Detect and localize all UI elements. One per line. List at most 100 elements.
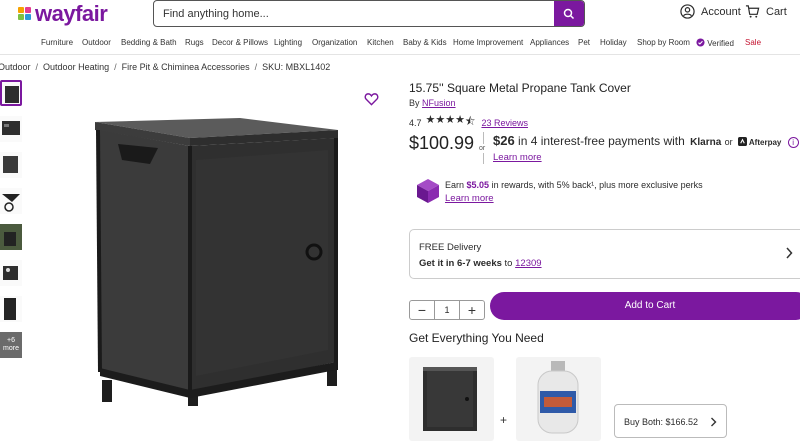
delivery-timeframe: Get it in 6-7 weeks xyxy=(419,258,502,269)
nav-appliances[interactable]: Appliances xyxy=(530,38,569,47)
more-count: +6 xyxy=(7,337,15,344)
nav-bedding-bath[interactable]: Bedding & Bath xyxy=(121,38,177,47)
nav-rugs[interactable]: Rugs xyxy=(185,38,204,47)
decrease-quantity-button[interactable]: − xyxy=(410,301,434,319)
rewards-cube-icon xyxy=(417,179,439,203)
account-button[interactable]: Account xyxy=(680,4,741,19)
star-icon: ★ xyxy=(435,114,445,126)
more-label: more xyxy=(3,345,19,352)
main-product-image xyxy=(95,118,338,406)
rating-value: 4.7 xyxy=(409,117,422,128)
star-rating: ★ ★ ★ ★ ⯪ xyxy=(425,113,476,132)
tank-cover-image xyxy=(423,367,477,431)
nav-sale[interactable]: Sale xyxy=(745,38,761,47)
delivery-zip-link[interactable]: 12309 xyxy=(515,258,541,269)
bundle-heading: Get Everything You Need xyxy=(409,331,544,345)
thumbnail-5[interactable] xyxy=(0,224,22,250)
star-icon: ★ xyxy=(455,114,465,126)
nav-lighting[interactable]: Lighting xyxy=(274,38,302,47)
thumbnail-7[interactable] xyxy=(0,296,22,322)
nav-kitchen[interactable]: Kitchen xyxy=(367,38,394,47)
breadcrumb-fire-pit-accessories[interactable]: Fire Pit & Chiminea Accessories xyxy=(122,62,250,72)
search-button[interactable] xyxy=(554,1,584,26)
delivery-estimate: Get it in 6-7 weeks to 12309 xyxy=(419,258,542,269)
rewards-suffix: in rewards, with 5% back¹, plus more exc… xyxy=(491,180,703,190)
nav-verified-label: Verified xyxy=(707,39,734,48)
breadcrumb-outdoor-heating[interactable]: Outdoor Heating xyxy=(43,62,109,72)
nav-organization[interactable]: Organization xyxy=(312,38,357,47)
product-price: $100.99 xyxy=(409,133,475,153)
thumbnail-6[interactable] xyxy=(0,260,22,286)
wayfair-logo[interactable]: wayfair xyxy=(18,1,108,26)
nav-pet[interactable]: Pet xyxy=(578,38,590,47)
delivery-to: to xyxy=(504,258,513,269)
installment-amount: $26 xyxy=(493,133,515,148)
product-title: 15.75'' Square Metal Propane Tank Cover xyxy=(409,81,631,95)
nav-holiday[interactable]: Holiday xyxy=(600,38,627,47)
delivery-panel[interactable]: FREE Delivery Get it in 6-7 weeks to 123… xyxy=(409,229,800,279)
afterpay-label: Afterpay xyxy=(748,138,782,147)
klarna-logo: Klarna xyxy=(690,137,722,148)
cart-button[interactable]: Cart xyxy=(745,4,787,19)
thumbnail-2[interactable] xyxy=(0,116,22,142)
thumbnail-image xyxy=(5,86,19,103)
quantity-value[interactable]: 1 xyxy=(434,301,460,319)
nav-baby-kids[interactable]: Baby & Kids xyxy=(403,38,447,47)
or-small-label: or xyxy=(724,137,733,147)
add-to-cart-button[interactable]: Add to Cart xyxy=(490,292,800,320)
logo-text: wayfair xyxy=(35,1,108,26)
by-prefix: By xyxy=(409,98,420,108)
info-icon[interactable]: i xyxy=(787,137,799,148)
thumbnail-image xyxy=(4,298,16,320)
bundle-plus-sign: + xyxy=(500,413,508,427)
breadcrumb-outdoor[interactable]: Outdoor xyxy=(0,62,31,72)
half-star-icon: ⯪ xyxy=(465,116,475,128)
search-bar xyxy=(153,0,585,27)
nav-outdoor[interactable]: Outdoor xyxy=(82,38,111,47)
buy-both-label: Buy Both: $166.52 xyxy=(624,417,699,427)
thumbnail-image xyxy=(2,121,20,135)
buy-both-button[interactable]: Buy Both: $166.52 xyxy=(614,404,727,438)
cart-icon xyxy=(745,5,760,18)
nav-furniture[interactable]: Furniture xyxy=(41,38,73,47)
thumbnail-4[interactable] xyxy=(0,188,22,214)
thumbnail-image xyxy=(3,266,18,280)
rewards-learn-more-link[interactable]: Learn more xyxy=(445,193,494,204)
bundle-item-propane-tank[interactable] xyxy=(516,357,601,441)
thumbnail-3[interactable] xyxy=(0,152,22,178)
account-icon xyxy=(680,4,695,19)
category-nav: Furniture Outdoor Bedding & Bath Rugs De… xyxy=(0,33,800,55)
installment-offer: $26 in 4 interest-free payments with Kla… xyxy=(493,133,799,148)
thumbnail-1[interactable] xyxy=(0,80,22,106)
star-icon: ★ xyxy=(445,114,455,126)
breadcrumb-sku: SKU: MBXL1402 xyxy=(262,62,331,72)
brand-line: By NFusion xyxy=(409,98,456,108)
thumbnail-image xyxy=(3,156,18,173)
bundle-item-tank-cover[interactable] xyxy=(409,357,494,441)
quantity-stepper: − 1 + xyxy=(409,300,485,320)
nav-home-improvement[interactable]: Home Improvement xyxy=(453,38,523,47)
cart-label: Cart xyxy=(766,5,787,18)
star-icon: ★ xyxy=(425,114,436,126)
rewards-amount: $5.05 xyxy=(466,180,490,190)
installment-text: in 4 interest-free payments with xyxy=(518,134,685,148)
afterpay-logo: Afterpay xyxy=(737,137,784,147)
search-input[interactable] xyxy=(154,1,554,26)
verified-icon xyxy=(696,38,705,47)
rating-row: 4.7 ★ ★ ★ ★ ⯪ 23 Reviews xyxy=(409,113,528,132)
increase-quantity-button[interactable]: + xyxy=(460,301,484,319)
favorite-heart-icon[interactable] xyxy=(364,92,379,106)
nav-shop-by-room[interactable]: Shop by Room xyxy=(637,38,690,47)
thumbnail-more[interactable]: +6 more xyxy=(0,332,22,358)
installment-learn-more-link[interactable]: Learn more xyxy=(493,152,542,163)
more-thumbnails-overlay: +6 more xyxy=(0,332,22,358)
account-label: Account xyxy=(701,5,741,18)
chevron-right-icon xyxy=(711,417,717,427)
brand-link[interactable]: NFusion xyxy=(422,98,456,108)
logo-mark-icon xyxy=(18,7,32,21)
reviews-link[interactable]: 23 Reviews xyxy=(481,118,528,128)
nav-decor-pillows[interactable]: Decor & Pillows xyxy=(212,38,268,47)
nav-verified[interactable]: Verified xyxy=(696,38,734,48)
rewards-text: Earn $5.05 in rewards, with 5% back¹, pl… xyxy=(445,180,703,190)
thumbnail-image xyxy=(0,224,22,250)
